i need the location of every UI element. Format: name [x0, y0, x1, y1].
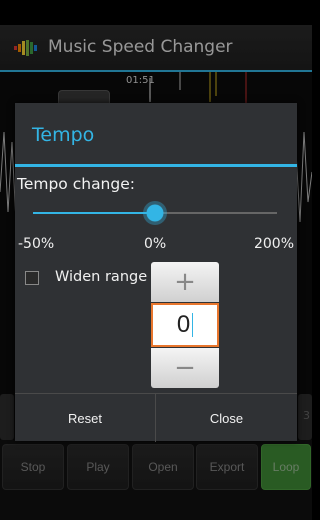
decrement-button[interactable]: −	[151, 348, 219, 388]
slider-mid-label: 0%	[144, 236, 167, 252]
tempo-slider-thumb[interactable]	[143, 201, 167, 225]
tempo-number-picker: + 0 −	[151, 262, 219, 388]
text-cursor	[192, 313, 194, 337]
tempo-value-text: 0	[176, 311, 191, 338]
reset-button[interactable]: Reset	[15, 394, 156, 442]
tempo-slider-fill	[33, 212, 155, 214]
tempo-change-label: Tempo change:	[17, 175, 135, 193]
dialog-title: Tempo	[32, 124, 95, 146]
widen-range-checkbox[interactable]	[25, 271, 39, 285]
dialog-button-bar: Reset Close	[15, 393, 297, 442]
widen-range-label[interactable]: Widen range	[55, 269, 147, 285]
increment-button[interactable]: +	[151, 262, 219, 302]
slider-max-label: 200%	[253, 236, 294, 252]
tempo-value-input[interactable]: 0	[151, 303, 219, 347]
tempo-dialog: Tempo Tempo change: -50% 0% 200% Widen r…	[15, 103, 297, 442]
dialog-title-divider	[15, 164, 297, 167]
slider-min-label: -50%	[18, 236, 55, 252]
close-button[interactable]: Close	[156, 394, 297, 442]
